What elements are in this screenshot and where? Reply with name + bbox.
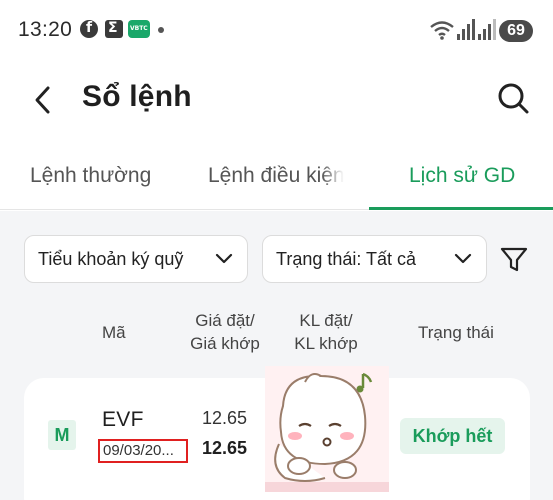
column-header-quantity-line1: KL đặt/ [299, 311, 353, 330]
account-select-value: Tiểu khoản ký quỹ [38, 249, 184, 269]
filter-icon[interactable] [500, 245, 528, 273]
signal-icon [457, 19, 475, 40]
tab-conditional-orders[interactable]: Lệnh điều kiện [208, 164, 344, 188]
column-header-price-line1: Giá đặt/ [195, 311, 255, 330]
vbtc-icon: VBTC [128, 20, 150, 38]
column-header-price: Giá đặt/ Giá khớp [186, 309, 264, 355]
notification-dot-icon [158, 27, 164, 33]
column-header-price-line2: Giá khớp [190, 334, 260, 353]
battery-indicator: 69 [499, 20, 533, 42]
order-symbol: EVF [102, 408, 144, 431]
facebook-icon [80, 20, 98, 38]
app-header: Sổ lệnh [0, 62, 553, 140]
status-bar: 13:20 VBTC 69 [0, 0, 553, 62]
signal-2-icon [478, 19, 496, 40]
column-header-symbol: Mã [102, 323, 126, 342]
order-status-badge: Khớp hết [400, 418, 505, 454]
wifi-icon [430, 21, 454, 40]
account-select[interactable]: Tiểu khoản ký quỹ [24, 235, 248, 283]
order-type-badge: M [48, 420, 76, 450]
order-price: 12.65 [202, 408, 248, 428]
tab-normal-orders[interactable]: Lệnh thường [30, 164, 151, 188]
sigma-icon [105, 20, 123, 38]
match-price: 12.65 [202, 438, 248, 458]
active-tab-indicator [369, 207, 553, 210]
chevron-down-icon [454, 253, 472, 264]
back-button[interactable] [28, 82, 58, 118]
sticker-image [265, 366, 389, 492]
chevron-down-icon [215, 253, 233, 264]
vbtc-icon-label: VBTC [130, 25, 148, 32]
column-header-status: Trạng thái [418, 323, 494, 342]
status-select-value: Trạng thái: Tất cả [276, 249, 417, 269]
column-header-quantity: KL đặt/ KL khớp [286, 309, 366, 355]
tab-bar: Lệnh thường Lệnh điều kiện Lịch sử GD [0, 150, 553, 210]
column-header-quantity-line2: KL khớp [294, 334, 358, 353]
page-title: Sổ lệnh [82, 80, 192, 113]
tab-trade-history[interactable]: Lịch sử GD [409, 164, 515, 188]
order-date: 09/03/20... [98, 439, 188, 463]
status-select[interactable]: Trạng thái: Tất cả [262, 235, 487, 283]
order-history-content: Tiểu khoản ký quỹ Trạng thái: Tất cả Mã … [0, 211, 553, 500]
order-card[interactable]: M EVF 09/03/20... 12.65 12.65 Khớp hết [24, 366, 530, 500]
status-time: 13:20 [18, 18, 73, 41]
search-icon[interactable] [495, 80, 531, 116]
